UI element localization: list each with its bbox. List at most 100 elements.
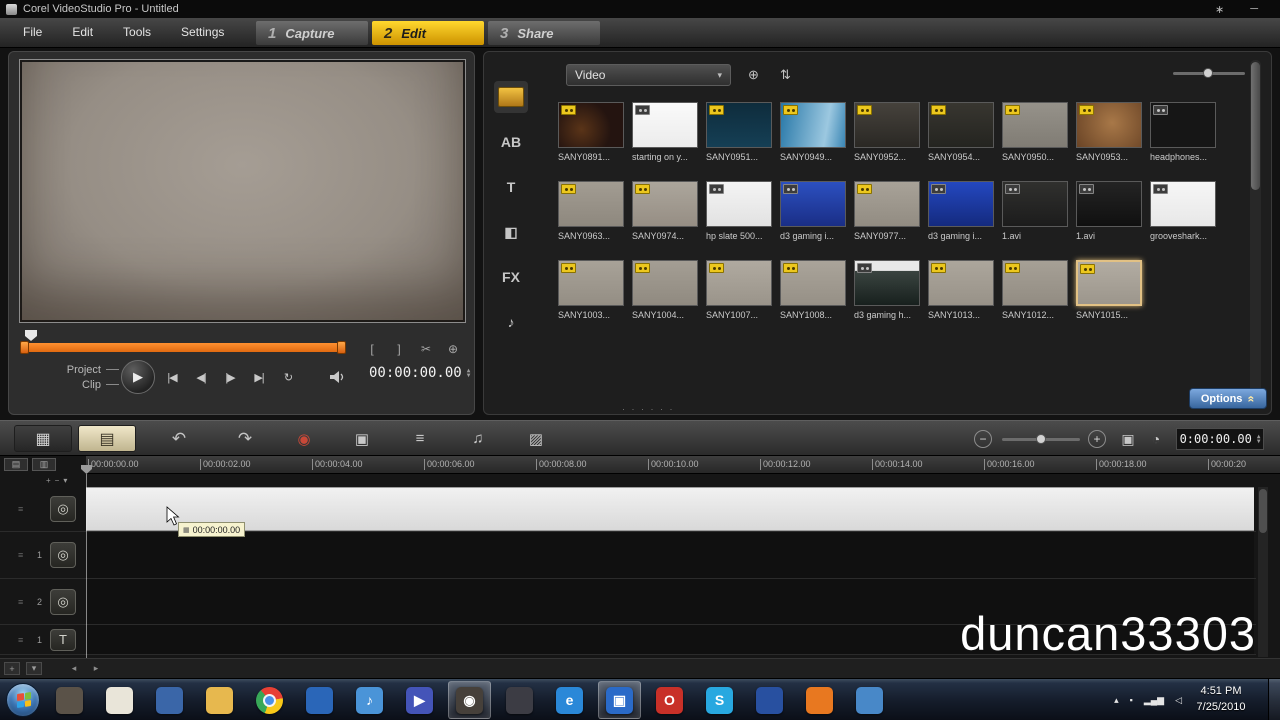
timeline-vscrollbar[interactable]	[1258, 487, 1268, 657]
library-tab-filters[interactable]: FX	[494, 261, 528, 293]
remove-track-button[interactable]: −	[55, 476, 60, 485]
record-capture-icon[interactable]: ◉	[286, 425, 322, 452]
split-clip-button[interactable]: ✂	[415, 340, 437, 358]
project-duration-icon[interactable]: ◔	[1144, 427, 1168, 451]
zoom-out-button[interactable]: −	[974, 430, 992, 448]
step-tab-share[interactable]: 3 Share	[488, 21, 600, 45]
library-clip[interactable]: SANY1015...	[1074, 258, 1148, 337]
scrollbar-thumb[interactable]	[1259, 489, 1267, 533]
tray-status-icon[interactable]: ▪	[1130, 695, 1133, 705]
clip-mode[interactable]: Clip	[61, 377, 119, 392]
playhead-marker-icon[interactable]	[25, 330, 37, 341]
add-track-button[interactable]: +	[46, 476, 51, 485]
library-clip[interactable]: SANY1003...	[556, 258, 630, 337]
library-clip[interactable]: d3 gaming i...	[926, 179, 1000, 258]
library-clip[interactable]: headphones...	[1148, 100, 1222, 179]
play-button[interactable]: ▶	[121, 360, 155, 394]
library-tab-audio[interactable]: ♪	[494, 306, 528, 338]
taskbar-program-blue-icon[interactable]	[748, 681, 791, 719]
library-clip[interactable]: SANY1008...	[778, 258, 852, 337]
options-button[interactable]: Options «	[1189, 388, 1267, 409]
taskbar-videostudio-icon[interactable]: ◉	[448, 681, 491, 719]
taskbar-opera-icon[interactable]: O	[648, 681, 691, 719]
library-clip[interactable]: hp slate 500...	[704, 179, 778, 258]
track-title-icon[interactable]: T	[50, 628, 76, 651]
track-toggle-icon[interactable]: ≡	[18, 504, 23, 514]
taskbar-snipping-tool-icon[interactable]: ▣	[598, 681, 641, 719]
sound-mixer-icon[interactable]: ≡	[402, 425, 438, 452]
screen-capture-icon[interactable]: ▣	[344, 425, 380, 452]
scrollbar-thumb[interactable]	[1251, 62, 1260, 190]
scrubber-track[interactable]	[20, 341, 346, 354]
step-tab-edit[interactable]: 2 Edit	[372, 21, 484, 45]
library-clip[interactable]: SANY0950...	[1000, 100, 1074, 179]
library-clip[interactable]: SANY1012...	[1000, 258, 1074, 337]
taskbar-notepad-icon[interactable]	[98, 681, 141, 719]
slider-knob[interactable]	[1036, 434, 1046, 444]
end-button[interactable]: ▶|	[246, 366, 272, 388]
library-clip[interactable]: SANY1013...	[926, 258, 1000, 337]
undo-button[interactable]: ↶	[162, 425, 196, 452]
library-scrollbar[interactable]	[1250, 60, 1261, 404]
gallery-dropdown[interactable]: Video ▾	[566, 64, 731, 86]
trim-handle-right[interactable]	[337, 341, 346, 354]
batch-convert-icon[interactable]: ▨	[518, 425, 554, 452]
taskbar-media-player-icon[interactable]: ▶	[398, 681, 441, 719]
taskbar-itunes-icon[interactable]: ♪	[348, 681, 391, 719]
taskbar-skype-icon[interactable]: S	[698, 681, 741, 719]
library-clip[interactable]: SANY0952...	[852, 100, 926, 179]
library-clip[interactable]: grooveshark...	[1148, 179, 1222, 258]
library-clip[interactable]: d3 gaming i...	[778, 179, 852, 258]
track-manager-button[interactable]: ▤	[4, 458, 28, 471]
track-options-button[interactable]: ▾	[63, 476, 67, 485]
menu-tools[interactable]: Tools	[108, 18, 166, 47]
show-desktop-button[interactable]	[1268, 679, 1280, 720]
volume-icon[interactable]	[329, 370, 347, 384]
library-clip[interactable]: SANY0963...	[556, 179, 630, 258]
menu-file[interactable]: File	[8, 18, 57, 47]
library-tab-titles[interactable]: T	[494, 171, 528, 203]
timeline-zoom-slider[interactable]	[1002, 434, 1080, 444]
window-button-minimize[interactable]: ─	[1250, 3, 1258, 16]
library-clip[interactable]: SANY1007...	[704, 258, 778, 337]
storyboard-view-button[interactable]: ▦	[14, 425, 72, 452]
zoom-in-button[interactable]: +	[1088, 430, 1106, 448]
step-tab-capture[interactable]: 1 Capture	[256, 21, 368, 45]
tray-volume-icon[interactable]: ◁	[1175, 695, 1182, 706]
redo-button[interactable]: ↷	[228, 425, 262, 452]
library-tab-transitions[interactable]: AB	[494, 126, 528, 158]
library-clip[interactable]: SANY0891...	[556, 100, 630, 179]
library-clip[interactable]: SANY1004...	[630, 258, 704, 337]
spinner-down-icon[interactable]: ▼	[467, 373, 471, 379]
menu-edit[interactable]: Edit	[57, 18, 108, 47]
taskbar-clock[interactable]: 4:51 PM 7/25/2010	[1186, 683, 1256, 715]
start-button[interactable]	[6, 683, 40, 717]
spinner-down-icon[interactable]: ▼	[1257, 439, 1261, 445]
library-clip[interactable]: SANY0951...	[704, 100, 778, 179]
library-clip[interactable]: SANY0949...	[778, 100, 852, 179]
scroll-right-button[interactable]: ▸	[88, 662, 104, 675]
track-area-overlay-1[interactable]	[86, 532, 1254, 578]
mark-in-button[interactable]: [	[361, 340, 383, 358]
next-frame-button[interactable]: |▶	[217, 366, 243, 388]
taskbar-firefox-orange-icon[interactable]	[798, 681, 841, 719]
scroll-left-button[interactable]: ◂	[66, 662, 82, 675]
library-clip[interactable]: SANY0974...	[630, 179, 704, 258]
track-overlay-1-icon[interactable]: ◎	[50, 542, 76, 568]
track-area-video[interactable]	[86, 487, 1254, 531]
window-button-window-extra[interactable]: ∗	[1215, 3, 1224, 16]
taskbar-remote-desktop-icon[interactable]	[148, 681, 191, 719]
timeline-view-button[interactable]: ▤	[78, 425, 136, 452]
repeat-button[interactable]: ↻	[275, 366, 301, 388]
sort-clips-button[interactable]: ⇅	[773, 65, 798, 85]
add-chapter-button[interactable]: +	[4, 662, 20, 675]
playhead-line[interactable]	[86, 474, 87, 658]
taskbar-usb-eject-icon[interactable]	[848, 681, 891, 719]
timeline-ruler[interactable]: 00:00:00.00 00:00:02.00 00:00:04.00 00:00:0…	[86, 456, 1280, 474]
taskbar-explorer-icon[interactable]	[198, 681, 241, 719]
library-clip[interactable]: SANY0977...	[852, 179, 926, 258]
auto-music-icon[interactable]: ♫	[460, 425, 496, 452]
track-toggle-icon[interactable]: ≡	[18, 597, 23, 607]
previous-frame-button[interactable]: ◀|	[188, 366, 214, 388]
enlarge-preview-button[interactable]: ⊕	[442, 340, 464, 358]
